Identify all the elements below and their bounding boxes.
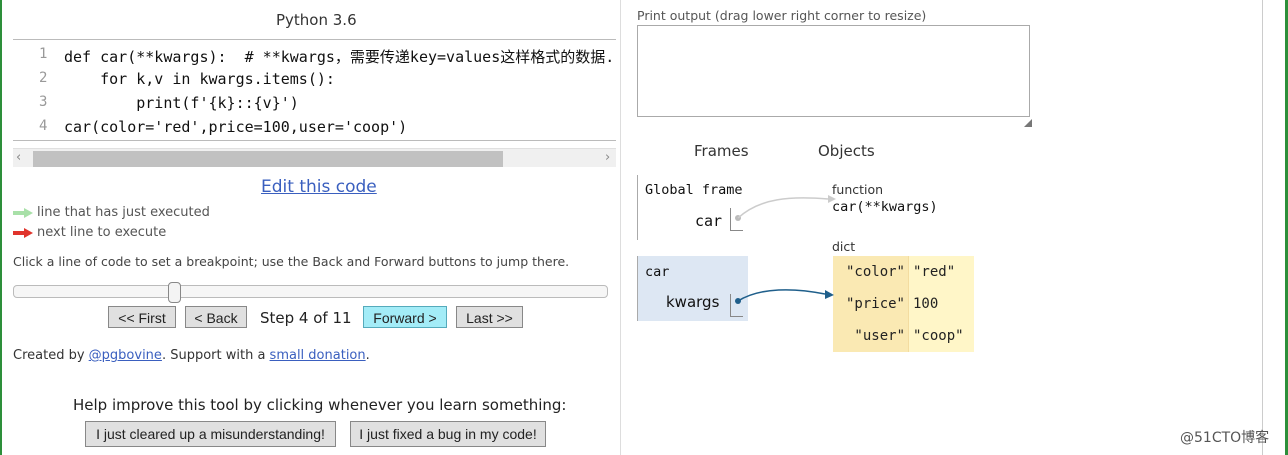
forward-button[interactable]: Forward >: [363, 306, 447, 328]
function-object: car(**kwargs): [832, 199, 938, 215]
code-line-2[interactable]: 2 for k,v in kwargs.items():: [13, 68, 616, 92]
watermark: @51CTO博客: [1180, 430, 1270, 446]
print-output-box[interactable]: [637, 25, 1030, 117]
car-frame-title: car: [645, 264, 670, 280]
dict-key: "color": [833, 256, 909, 288]
arrowhead-icon: [825, 290, 834, 299]
fixed-bug-button[interactable]: I just fixed a bug in my code!: [350, 421, 546, 447]
scroll-right-icon[interactable]: ›: [605, 150, 610, 165]
objects-header: Objects: [818, 142, 875, 160]
first-button[interactable]: << First: [108, 306, 176, 328]
dict-row: "price" 100: [833, 288, 974, 320]
var-kwargs: kwargs: [666, 293, 720, 311]
code-text: car(color='red',price=100,user='coop'): [64, 118, 408, 136]
scrollbar-thumb[interactable]: [33, 151, 503, 167]
language-label: Python 3.6: [276, 11, 357, 29]
code-top-border: [13, 39, 616, 40]
line-number: 1: [39, 46, 48, 62]
line-number: 4: [39, 118, 48, 134]
dict-value: "red": [908, 256, 974, 288]
scrollbar-divider: [1262, 0, 1263, 455]
legend-executed: line that has just executed: [13, 205, 210, 220]
back-button[interactable]: < Back: [185, 306, 247, 328]
author-link[interactable]: @pgbovine: [89, 348, 162, 363]
line-number: 3: [39, 94, 48, 110]
code-line-4[interactable]: 4 car(color='red',price=100,user='coop'): [13, 116, 616, 140]
improve-prompt: Help improve this tool by clicking whene…: [73, 396, 567, 414]
dict-object: "color" "red" "price" 100 "user" "coop": [833, 256, 974, 352]
code-text: def car(**kwargs): # **kwargs，需要传递key=va…: [64, 48, 615, 66]
green-arrow-icon: [13, 207, 33, 218]
step-slider[interactable]: [13, 285, 608, 298]
print-output-label: Print output (drag lower right corner to…: [637, 8, 927, 23]
code-line-3[interactable]: 3 print(f'{k}::{v}'): [13, 92, 616, 116]
credits-prefix: Created by: [13, 348, 89, 363]
scroll-left-icon[interactable]: ‹: [16, 150, 21, 165]
arrowhead-icon: [828, 195, 836, 203]
code-text: for k,v in kwargs.items():: [64, 70, 335, 88]
slider-handle[interactable]: [168, 282, 181, 303]
misunderstanding-button[interactable]: I just cleared up a misunderstanding!: [85, 421, 336, 447]
dict-row: "user" "coop": [833, 320, 974, 352]
legend-next: next line to execute: [13, 225, 166, 240]
code-text: print(f'{k}::{v}'): [64, 94, 299, 112]
resize-grip-icon[interactable]: [1024, 119, 1032, 127]
dict-row: "color" "red": [833, 256, 974, 288]
window-border-left: [0, 0, 2, 455]
edit-code-link[interactable]: Edit this code: [261, 177, 377, 197]
last-button[interactable]: Last >>: [456, 306, 523, 328]
dict-value: 100: [908, 288, 974, 320]
credits-middle: . Support with a: [161, 348, 270, 363]
dict-value: "coop": [908, 320, 974, 352]
frames-header: Frames: [694, 142, 749, 160]
credits-suffix: .: [365, 348, 370, 363]
dict-key: "user": [833, 320, 909, 352]
code-horizontal-scrollbar[interactable]: ‹ ›: [13, 148, 616, 167]
legend-next-label: next line to execute: [37, 225, 167, 240]
code-bottom-border: [13, 140, 616, 141]
var-car: car: [695, 212, 723, 230]
pointer-arrows: [735, 195, 836, 304]
legend-executed-label: line that has just executed: [37, 205, 210, 220]
line-number: 2: [39, 70, 48, 86]
credits: Created by @pgbovine. Support with a sma…: [13, 348, 370, 363]
car-to-function-arrow: [737, 197, 829, 219]
donation-link[interactable]: small donation: [270, 348, 366, 363]
global-frame-title: Global frame: [645, 182, 743, 198]
breakpoint-help: Click a line of code to set a breakpoint…: [13, 254, 570, 269]
dict-key: "price": [833, 288, 909, 320]
step-counter: Step 4 of 11: [260, 309, 352, 327]
panel-divider: [620, 0, 621, 455]
code-line-1[interactable]: 1 def car(**kwargs): # **kwargs，需要传递key=…: [13, 44, 616, 68]
red-arrow-icon: [13, 227, 33, 238]
kwargs-to-dict-arrow: [737, 289, 826, 302]
